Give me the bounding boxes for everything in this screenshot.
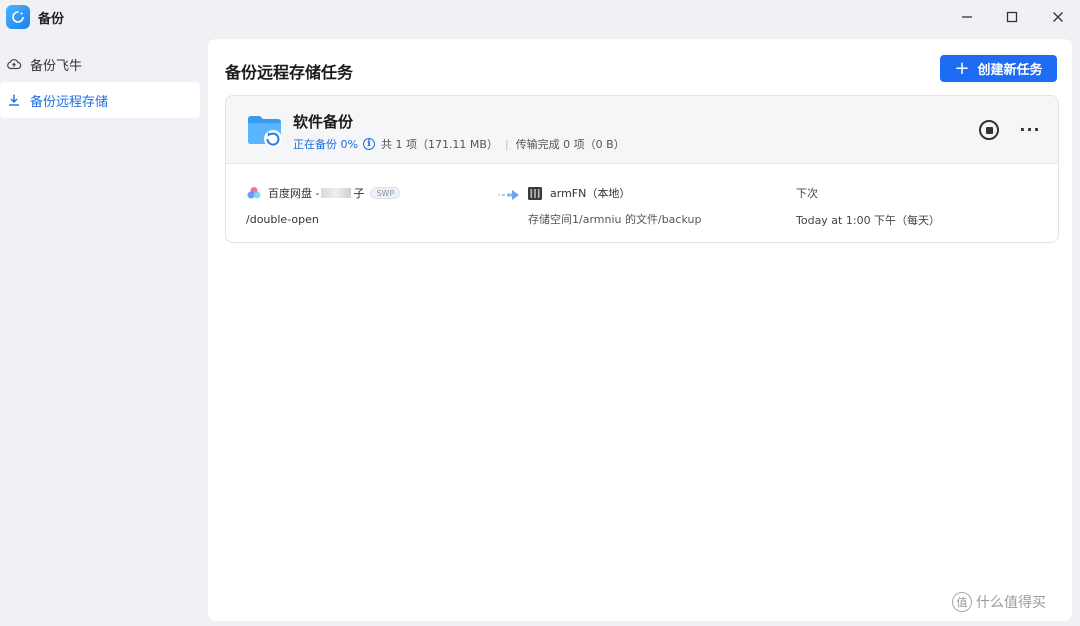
folder-sync-icon	[248, 116, 282, 148]
watermark: 值 什么值得买	[952, 592, 1046, 612]
watermark-text: 什么值得买	[976, 595, 1046, 611]
source-path: /double-open	[246, 213, 319, 226]
sidebar-item-backup-remote[interactable]: 备份远程存储	[0, 82, 200, 118]
create-task-button[interactable]: + 创建新任务	[940, 55, 1057, 82]
transferred-items: 传输完成 0 项（0 B）	[515, 138, 625, 151]
source-name: 百度网盘 - 子 SWP	[246, 185, 401, 201]
title-bar: 备份	[0, 0, 1080, 34]
maximize-icon	[1006, 11, 1018, 23]
close-button[interactable]	[1043, 4, 1073, 30]
sidebar-item-backup-feiniu[interactable]: 备份飞牛	[0, 46, 200, 82]
swp-badge: SWP	[370, 187, 401, 199]
minimize-button[interactable]	[952, 4, 982, 30]
total-items: 共 1 项（171.11 MB）	[380, 138, 498, 151]
sidebar-item-label: 备份飞牛	[30, 58, 83, 74]
schedule-time: Today at 1:00 下午（每天）	[796, 214, 941, 227]
stop-button[interactable]	[979, 120, 999, 140]
baidu-netdisk-icon	[247, 187, 261, 199]
destination-label: armFN（本地）	[550, 187, 631, 200]
destination-path: 存储空间1/armniu 的文件/backup	[528, 213, 702, 226]
task-name: 软件备份	[293, 113, 354, 131]
watermark-logo: 值	[952, 592, 972, 612]
task-status: 正在备份 0% i 共 1 项（171.11 MB） | 传输完成 0 项（0 …	[293, 136, 625, 152]
plus-icon: +	[954, 57, 970, 79]
page-title: 备份远程存储任务	[225, 63, 354, 82]
cloud-upload-icon	[6, 56, 22, 72]
close-icon	[1053, 12, 1063, 22]
maximize-button[interactable]	[997, 4, 1027, 30]
schedule-label: 下次	[796, 187, 818, 200]
arrow-right-icon	[498, 190, 519, 200]
sidebar-item-label: 备份远程存储	[30, 94, 109, 110]
nas-storage-icon	[528, 186, 542, 200]
window-title: 备份	[38, 12, 65, 27]
stop-icon	[985, 126, 993, 134]
more-icon: ···	[1019, 119, 1041, 139]
more-options-button[interactable]: ···	[1019, 118, 1041, 140]
task-card[interactable]: 软件备份 正在备份 0% i 共 1 项（171.11 MB） | 传输完成 0…	[225, 95, 1059, 243]
backup-progress: 正在备份 0%	[293, 138, 358, 151]
backup-app-icon	[6, 5, 30, 29]
task-card-header: 软件备份 正在备份 0% i 共 1 项（171.11 MB） | 传输完成 0…	[226, 96, 1058, 164]
create-task-label: 创建新任务	[977, 63, 1043, 78]
destination-name: armFN（本地）	[528, 185, 630, 201]
divider: |	[504, 137, 509, 151]
source-name-suffix: 子	[353, 187, 365, 200]
redacted-name	[321, 188, 352, 198]
task-card-body: 百度网盘 - 子 SWP /double-open armFN（本地） 存储空间…	[226, 165, 1058, 242]
sidebar: 备份飞牛 备份远程存储	[0, 46, 200, 118]
download-icon	[6, 92, 22, 108]
main-panel: 备份远程存储任务 + 创建新任务 软件备份 正在备份 0% i 共 1 项（17…	[208, 39, 1072, 621]
minimize-icon	[962, 16, 972, 18]
info-icon[interactable]: i	[362, 138, 375, 150]
source-name-prefix: 百度网盘 -	[268, 187, 320, 200]
